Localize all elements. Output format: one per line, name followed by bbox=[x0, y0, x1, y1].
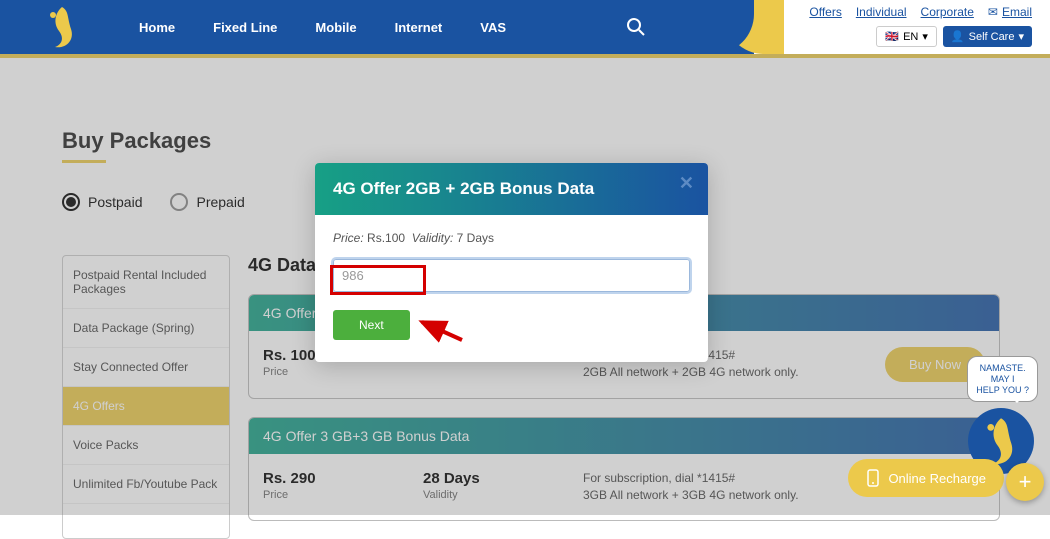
email-label: Email bbox=[1002, 5, 1032, 19]
add-button[interactable]: + bbox=[1006, 463, 1044, 501]
offer-modal: 4G Offer 2GB + 2GB Bonus Data ✕ Price: R… bbox=[315, 163, 708, 362]
link-email[interactable]: ✉ Email bbox=[988, 5, 1032, 19]
link-individual[interactable]: Individual bbox=[856, 5, 907, 19]
nav-home[interactable]: Home bbox=[139, 20, 175, 35]
language-selector[interactable]: 🇬🇧 EN ▾ bbox=[876, 26, 937, 47]
email-icon: ✉ bbox=[988, 5, 998, 19]
logo[interactable] bbox=[35, 0, 89, 54]
online-recharge-button[interactable]: Online Recharge bbox=[848, 459, 1004, 497]
self-care-label: Self Care bbox=[969, 31, 1015, 43]
language-label: EN bbox=[903, 31, 918, 43]
nav-mobile[interactable]: Mobile bbox=[315, 20, 356, 35]
nav-fixed-line[interactable]: Fixed Line bbox=[213, 20, 277, 35]
modal-title: 4G Offer 2GB + 2GB Bonus Data bbox=[333, 179, 594, 198]
chevron-down-icon: ▾ bbox=[922, 30, 928, 43]
phone-input[interactable] bbox=[333, 259, 690, 292]
next-button[interactable]: Next bbox=[333, 310, 410, 340]
close-icon[interactable]: ✕ bbox=[679, 173, 694, 194]
phone-icon bbox=[866, 469, 880, 487]
user-icon: 👤 bbox=[951, 30, 965, 43]
online-recharge-label: Online Recharge bbox=[888, 471, 986, 486]
flag-icon: 🇬🇧 bbox=[885, 30, 899, 43]
self-care-button[interactable]: 👤 Self Care ▾ bbox=[943, 26, 1032, 47]
nav-vas[interactable]: VAS bbox=[480, 20, 506, 35]
top-utility-links: Offers Individual Corporate ✉ Email bbox=[809, 5, 1032, 19]
chevron-down-icon: ▾ bbox=[1018, 30, 1024, 43]
nav-internet[interactable]: Internet bbox=[395, 20, 443, 35]
plus-icon: + bbox=[1019, 469, 1032, 495]
modal-price-validity: Price: Rs.100 Validity: 7 Days bbox=[333, 231, 690, 245]
chat-tooltip: NAMASTE. MAY I HELP YOU ? bbox=[967, 356, 1038, 402]
link-corporate[interactable]: Corporate bbox=[921, 5, 974, 19]
link-offers[interactable]: Offers bbox=[809, 5, 841, 19]
search-icon[interactable] bbox=[626, 17, 646, 37]
